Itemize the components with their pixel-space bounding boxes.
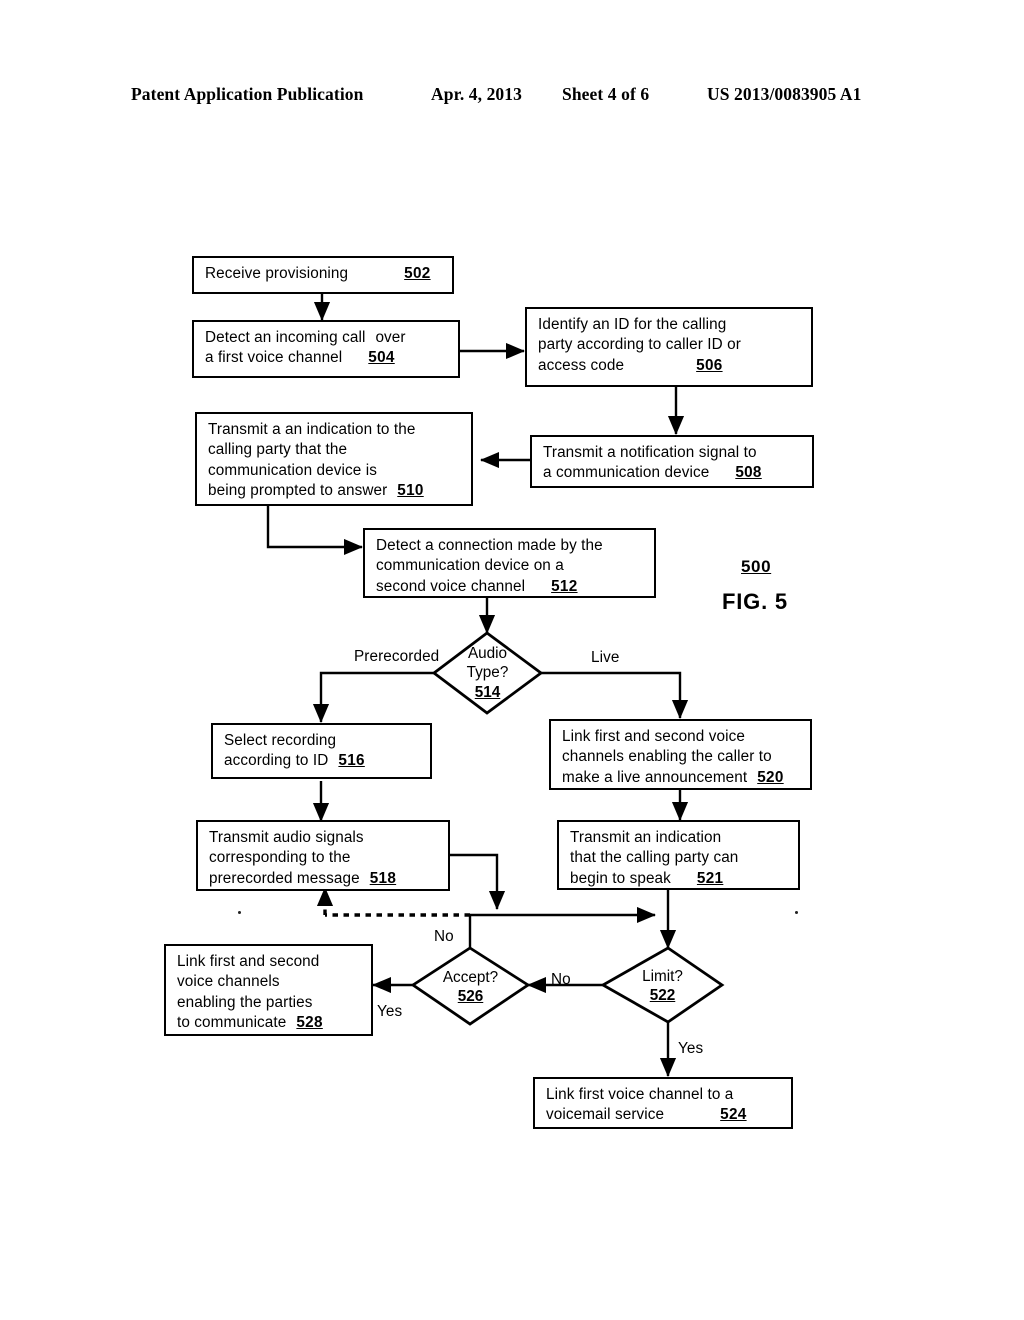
process-510-text-1: Transmit a an indication to the [208,421,416,438]
process-504-ref: 504 [368,349,395,367]
edge-label-limit-no: No [551,971,571,988]
process-box-510[interactable]: Transmit a an indication to the calling … [195,412,473,506]
process-510-text-2: calling party that the [208,441,348,459]
process-520-text-3: make a live announcement [562,768,748,786]
edge-label-accept-yes: Yes [377,1003,403,1020]
process-506-text-1: Identify an ID for the calling [538,316,727,333]
process-box-512[interactable]: Detect a connection made by the communic… [363,528,656,598]
process-516-text-1: Select recording [224,732,337,749]
process-528-text-1: Link first and second [177,953,320,970]
decision-526[interactable]: Accept? 526 [413,948,528,1026]
decision-526-label: Accept? 526 [413,948,528,1026]
process-box-520[interactable]: Link first and second voice channels ena… [549,719,812,790]
process-504-text-1: Detect an incoming call [205,329,366,346]
edge-label-live: Live [591,649,620,666]
edge-518-to-bus [449,853,506,910]
process-512-text-2: communication device on a [376,557,564,575]
process-528-text-3: enabling the parties [177,993,313,1011]
decision-514-label: Audio Type? 514 [434,633,541,713]
process-504-text-2: a first voice channel [205,349,343,367]
scan-speck-right [795,911,798,914]
process-box-524[interactable]: Link first voice channel to a voicemail … [533,1077,793,1129]
figure-caption: FIG. 5 [722,589,788,614]
process-box-502[interactable]: Receive provisioning 502 [192,256,454,294]
edge-514-prerecorded-to-516 [312,671,434,723]
process-520-ref: 520 [757,768,784,786]
process-518-ref: 518 [369,869,397,887]
decision-522[interactable]: Limit? 522 [603,948,722,1024]
process-521-ref: 521 [696,869,724,887]
process-508-text-2: a communication device [543,464,710,482]
process-520-text-1: Link first and second voice [562,728,745,745]
process-box-504[interactable]: Detect an incoming call over a first voic… [192,320,460,378]
decision-514-text-2: Type? [466,664,509,682]
edge-label-prerecorded: Prerecorded [354,648,440,665]
process-510-text-4: being prompted to answer [208,482,388,500]
process-box-508[interactable]: Transmit a notification signal to a comm… [530,435,814,488]
process-518-text-2: corresponding to the [209,849,351,867]
process-521-text-1: Transmit an indication [570,829,722,846]
process-box-521[interactable]: Transmit an indication that the calling … [557,820,800,890]
process-512-text-3: second voice channel [376,577,526,595]
process-504-text-1b: over [375,329,406,346]
process-box-516[interactable]: Select recording according to ID 516 [211,723,432,779]
decision-514[interactable]: Audio Type? 514 [434,633,541,713]
edge-514-live-to-520 [541,671,689,719]
process-506-text-2: party according to caller ID or [538,336,741,354]
process-521-text-2: that the calling party can [570,849,739,867]
process-506-text-3: access code [538,356,625,374]
process-524-text-1: Link first voice channel to a [546,1086,734,1103]
process-502-ref: 502 [404,265,431,282]
process-512-ref: 512 [551,577,578,595]
decision-514-text-1: Audio [467,645,508,663]
scan-speck-left [238,911,241,914]
figure-reference-numeral: 500 [741,557,772,576]
process-box-518[interactable]: Transmit audio signals corresponding to … [196,820,450,891]
process-528-text-4: to communicate [177,1014,287,1032]
decision-522-ref: 522 [649,987,676,1004]
process-506-ref: 506 [696,356,723,374]
process-508-ref: 508 [735,464,762,482]
process-box-506[interactable]: Identify an ID for the calling party acc… [525,307,813,387]
process-518-text-3: prerecorded message [209,869,360,887]
decision-526-text-1: Accept? [442,968,499,986]
process-521-text-3: begin to speak [570,869,671,887]
process-516-ref: 516 [338,752,365,770]
process-box-528[interactable]: Link first and second voice channels ena… [164,944,373,1036]
decision-522-text-1: Limit? [642,967,683,985]
process-512-text-1: Detect a connection made by the [376,537,603,554]
process-528-text-2: voice channels [177,973,280,991]
process-524-ref: 524 [720,1106,747,1124]
decision-514-ref: 514 [474,683,501,701]
edge-label-limit-yes: Yes [678,1040,704,1057]
process-502-text: Receive provisioning [205,265,349,282]
decision-522-label: Limit? 522 [603,948,722,1024]
process-524-text-2: voicemail service [546,1106,665,1124]
process-528-ref: 528 [296,1014,323,1032]
process-508-text-1: Transmit a notification signal to [543,444,757,461]
process-520-text-2: channels enabling the caller to [562,748,772,766]
process-516-text-2: according to ID [224,752,329,770]
decision-526-ref: 526 [457,988,484,1005]
process-510-ref: 510 [397,482,424,500]
edge-label-accept-no: No [434,928,454,945]
process-518-text-1: Transmit audio signals [209,829,364,846]
process-510-text-3: communication device is [208,461,377,479]
edge-510-to-512 [266,505,363,556]
